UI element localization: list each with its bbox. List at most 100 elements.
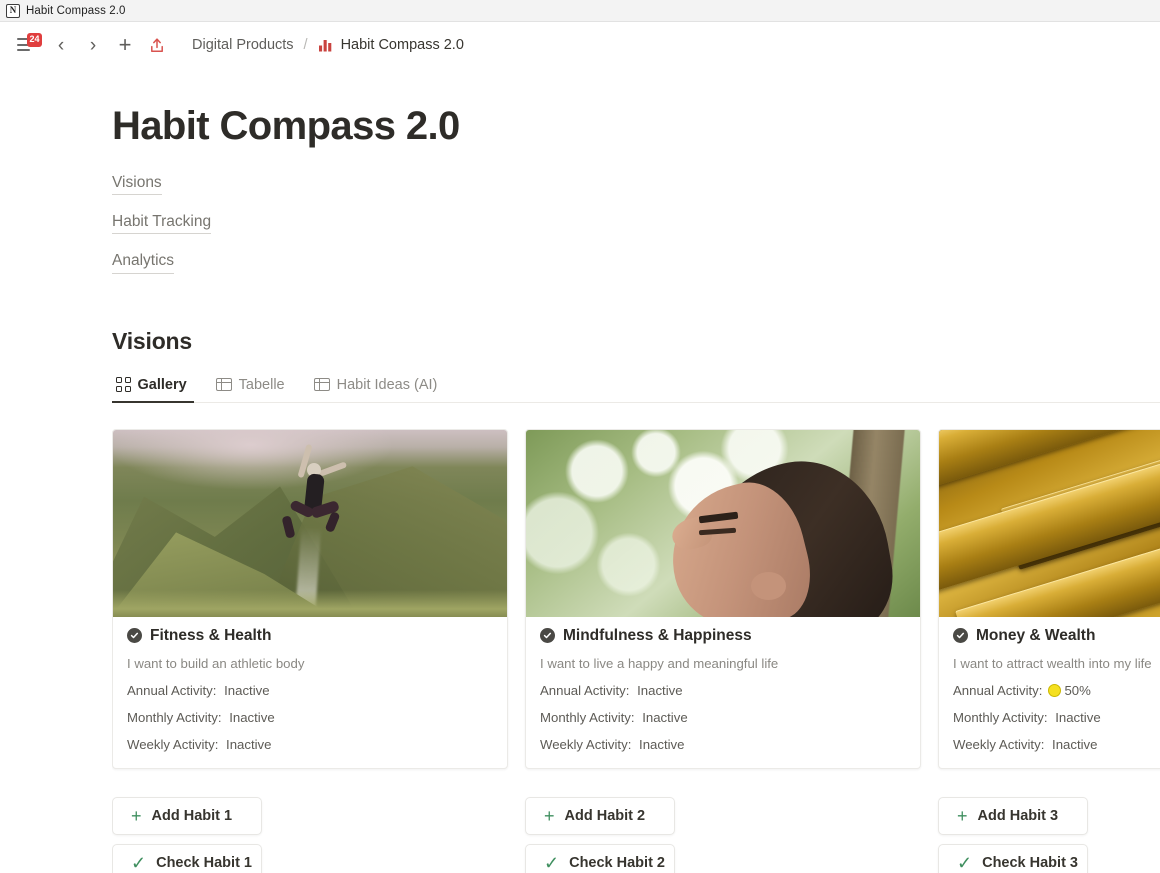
checkmark-icon: ✓ <box>957 852 973 873</box>
forward-button[interactable]: › <box>78 30 108 60</box>
card-property-monthly: Monthly Activity: Inactive <box>127 710 493 725</box>
card-property-monthly-label: Monthly Activity: <box>953 709 1048 725</box>
tab-tabelle-label: Tabelle <box>238 376 285 393</box>
notification-badge[interactable]: 24 <box>27 33 43 47</box>
card-property-weekly-value: Inactive <box>226 736 272 752</box>
card-property-monthly-value: Inactive <box>1055 709 1101 725</box>
add-habit-1-button[interactable]: + Add Habit 1 <box>112 796 262 835</box>
gallery-card-fitness-health[interactable]: Fitness & Health I want to build an athl… <box>112 428 508 769</box>
card-property-monthly-value: Inactive <box>229 709 275 725</box>
check-circle-icon <box>540 628 555 644</box>
database-view-tabs: Gallery Tabelle Habit Ideas (AI) <box>112 371 1160 403</box>
card-property-monthly: Monthly Activity: Inactive <box>540 710 906 725</box>
check-habit-2-button[interactable]: ✓ Check Habit 2 <box>525 843 675 873</box>
window-title: Habit Compass 2.0 <box>26 4 126 17</box>
gallery-column-2: Mindfulness & Happiness I want to live a… <box>525 428 921 873</box>
add-habit-1-label: Add Habit 1 <box>151 807 233 824</box>
add-habit-3-button[interactable]: + Add Habit 3 <box>938 796 1088 835</box>
checkmark-icon: ✓ <box>131 852 147 873</box>
check-habit-2-label: Check Habit 2 <box>569 854 665 871</box>
page-nav-links: Visions Habit Tracking Analytics <box>112 171 1160 274</box>
card-title: Money & Wealth <box>953 627 1160 645</box>
tab-gallery[interactable]: Gallery <box>112 371 194 403</box>
gallery-column-3: 999.9 FINE GOLD Money & Wealth I want to… <box>938 428 1160 873</box>
check-habit-1-label: Check Habit 1 <box>156 854 252 871</box>
card-body: Fitness & Health I want to build an athl… <box>113 617 507 768</box>
add-habit-2-button[interactable]: + Add Habit 2 <box>525 796 675 835</box>
card-subtitle: I want to attract wealth into my life <box>953 655 1152 671</box>
page-content: Habit Compass 2.0 Visions Habit Tracking… <box>0 104 1160 873</box>
card-title: Fitness & Health <box>127 627 493 645</box>
check-habit-3-button[interactable]: ✓ Check Habit 3 <box>938 843 1088 873</box>
card-title-label: Mindfulness & Happiness <box>563 626 752 644</box>
card-title-label: Fitness & Health <box>150 626 272 644</box>
card-body: Money & Wealth I want to attract wealth … <box>939 617 1160 768</box>
tab-gallery-label: Gallery <box>137 376 187 393</box>
tab-tabelle[interactable]: Tabelle <box>212 371 292 402</box>
check-circle-icon <box>127 628 142 644</box>
page-title: Habit Compass 2.0 <box>112 104 460 148</box>
bar-chart-icon <box>318 39 331 51</box>
card-property-monthly-label: Monthly Activity: <box>127 709 222 725</box>
card-property-annual: Annual Activity: Inactive <box>540 683 906 698</box>
notion-logo-letter: N <box>9 5 17 15</box>
plus-icon: + <box>131 805 142 826</box>
card-property-weekly: Weekly Activity: Inactive <box>127 737 493 752</box>
card-title-label: Money & Wealth <box>976 626 1096 644</box>
check-circle-icon <box>953 628 968 644</box>
app-topbar: 24 ‹ › + Digital Products / Habit Compas… <box>0 22 1160 68</box>
chevron-left-icon: ‹ <box>57 34 65 56</box>
card-property-annual-label: Annual Activity: <box>127 682 217 698</box>
tab-habit-ideas-ai[interactable]: Habit Ideas (AI) <box>310 371 445 402</box>
card-property-weekly: Weekly Activity: Inactive <box>953 737 1160 752</box>
breadcrumb: Digital Products / Habit Compass 2.0 <box>188 35 468 55</box>
card-property-weekly-label: Weekly Activity: <box>953 736 1045 752</box>
card-property-annual-value: Inactive <box>224 682 270 698</box>
card-property-annual: Annual Activity: Inactive <box>127 683 493 698</box>
share-button[interactable] <box>142 30 172 60</box>
card-property-annual-label: Annual Activity: <box>540 682 630 698</box>
back-button[interactable]: ‹ <box>46 30 76 60</box>
nav-link-habit-tracking[interactable]: Habit Tracking <box>112 210 212 235</box>
checkmark-icon: ✓ <box>544 852 560 873</box>
notion-logo-icon: N <box>6 3 20 18</box>
add-habit-3-label: Add Habit 3 <box>977 807 1059 824</box>
card-property-monthly-value: Inactive <box>642 709 688 725</box>
nav-link-analytics[interactable]: Analytics <box>112 249 175 274</box>
window-titlebar: N Habit Compass 2.0 <box>0 0 1160 22</box>
card-property-annual-value: Inactive <box>637 682 683 698</box>
nav-link-visions[interactable]: Visions <box>112 171 162 196</box>
tab-habit-ideas-ai-label: Habit Ideas (AI) <box>336 376 438 393</box>
card-property-annual: Annual Activity: 50% <box>953 683 1160 698</box>
card-cover-image: 999.9 FINE GOLD <box>939 429 1160 617</box>
card-property-weekly-label: Weekly Activity: <box>540 736 632 752</box>
check-habit-1-button[interactable]: ✓ Check Habit 1 <box>112 843 262 873</box>
card-property-weekly: Weekly Activity: Inactive <box>540 737 906 752</box>
gallery-card-money-wealth[interactable]: 999.9 FINE GOLD Money & Wealth I want to… <box>938 428 1160 769</box>
card-cover-image <box>526 429 920 617</box>
card-property-monthly: Monthly Activity: Inactive <box>953 710 1160 725</box>
breadcrumb-current[interactable]: Habit Compass 2.0 <box>314 35 468 55</box>
card-title: Mindfulness & Happiness <box>540 627 906 645</box>
card-body: Mindfulness & Happiness I want to live a… <box>526 617 920 768</box>
progress-badge-icon <box>1048 683 1062 697</box>
share-upload-icon <box>151 37 163 52</box>
gallery-grid-icon <box>116 377 131 392</box>
breadcrumb-current-label: Habit Compass 2.0 <box>340 37 464 53</box>
breadcrumb-parent-label: Digital Products <box>192 37 294 53</box>
card-subtitle: I want to live a happy and meaningful li… <box>540 655 779 671</box>
breadcrumb-parent[interactable]: Digital Products <box>188 35 298 55</box>
section-title: Visions <box>112 327 192 354</box>
new-page-button[interactable]: + <box>110 30 140 60</box>
gallery-card-mindfulness-happiness[interactable]: Mindfulness & Happiness I want to live a… <box>525 428 921 769</box>
card-property-annual-value: 50% <box>1064 682 1091 698</box>
gallery-view: Fitness & Health I want to build an athl… <box>112 428 1160 873</box>
check-habit-3-label: Check Habit 3 <box>982 854 1078 871</box>
breadcrumb-separator: / <box>303 37 308 53</box>
jumping-person-figure <box>281 444 350 578</box>
card-property-annual-label: Annual Activity: <box>953 682 1043 698</box>
add-habit-2-label: Add Habit 2 <box>564 807 646 824</box>
hamburger-menu-icon[interactable]: 24 <box>14 30 44 60</box>
table-icon <box>215 378 232 392</box>
plus-icon: + <box>118 32 132 57</box>
